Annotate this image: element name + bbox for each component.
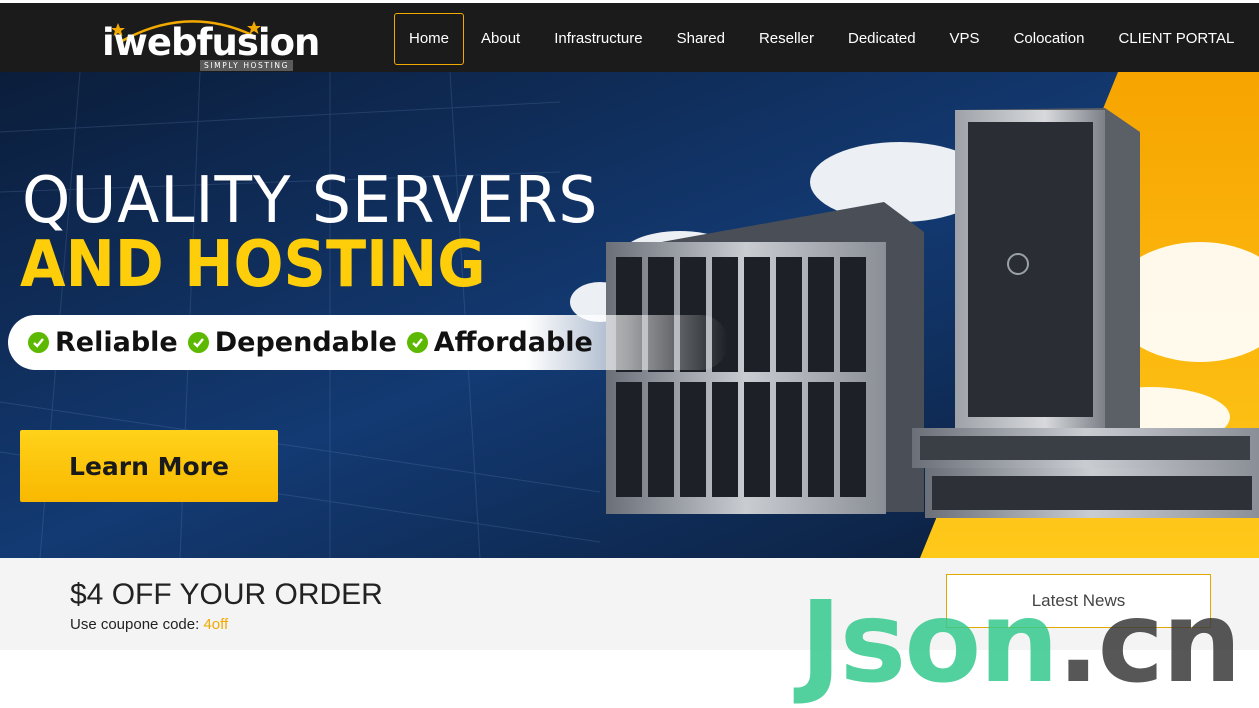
nav-vps[interactable]: VPS — [933, 13, 997, 65]
nav-shared[interactable]: Shared — [660, 13, 742, 65]
feature-label: Affordable — [433, 327, 593, 358]
main-nav: Home About Infrastructure Shared Reselle… — [394, 13, 1251, 65]
check-icon — [406, 332, 428, 353]
nav-client-portal[interactable]: CLIENT PORTAL — [1101, 13, 1251, 65]
feature-pill: Reliable Dependable Affordable — [8, 315, 728, 370]
logo-tagline: SIMPLY HOSTING — [200, 60, 294, 71]
site-header: iwebfusion SIMPLY HOSTING Home About Inf… — [0, 0, 1259, 72]
logo[interactable]: iwebfusion SIMPLY HOSTING — [100, 9, 320, 71]
nav-reseller[interactable]: Reseller — [742, 13, 831, 65]
nav-infrastructure[interactable]: Infrastructure — [537, 13, 659, 65]
hero-headline-line1: QUALITY SERVERS — [22, 164, 599, 238]
nav-about[interactable]: About — [464, 13, 537, 65]
check-icon — [28, 332, 49, 353]
hero-headline-line2: AND HOSTING — [20, 228, 486, 302]
coupon-code: 4off — [203, 616, 229, 633]
feature-reliable: Reliable — [28, 327, 178, 358]
feature-affordable: Affordable — [406, 327, 593, 358]
promo-subtitle: Use coupone code: 4off — [70, 616, 228, 633]
promo-title: $4 OFF YOUR ORDER — [70, 578, 383, 611]
hero-banner: QUALITY SERVERS AND HOSTING Reliable Dep… — [0, 72, 1259, 558]
nav-dedicated[interactable]: Dedicated — [831, 13, 933, 65]
learn-more-button[interactable]: Learn More — [20, 430, 278, 502]
feature-label: Dependable — [214, 327, 397, 358]
check-icon — [187, 332, 209, 353]
nav-home[interactable]: Home — [394, 13, 465, 65]
feature-dependable: Dependable — [187, 327, 397, 358]
promo-subtitle-text: Use coupone code: — [70, 616, 204, 633]
feature-label: Reliable — [55, 327, 178, 358]
logo-wordmark: iwebfusion — [102, 21, 320, 64]
nav-colocation[interactable]: Colocation — [997, 13, 1102, 65]
